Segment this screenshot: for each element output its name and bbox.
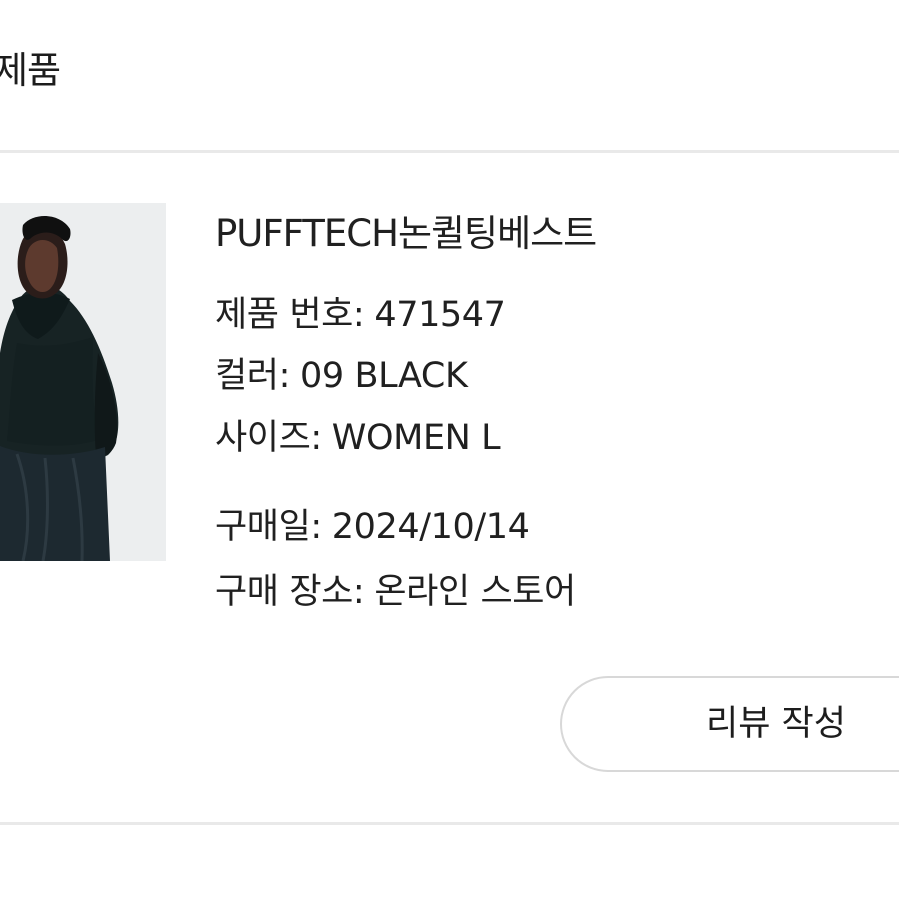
bottom-divider [0,822,899,825]
product-color: 컬러: 09 BLACK [215,354,468,398]
product-number: 제품 번호: 471547 [215,293,506,337]
top-divider [0,150,899,153]
product-name: PUFFTECH논퀼팅베스트 [215,212,597,255]
product-number-label: 제품 번호: [215,295,365,335]
purchase-date: 구매일: 2024/10/14 [215,505,530,549]
product-size-value: WOMEN L [331,418,501,458]
write-review-button[interactable]: 리뷰 작성 [560,676,899,772]
product-size: 사이즈: WOMEN L [215,416,501,460]
product-size-label: 사이즈: [215,418,322,458]
product-image[interactable] [0,203,166,561]
purchase-place-label: 구매 장소: [215,572,365,612]
purchase-place: 구매 장소: 온라인 스토어 [215,570,576,614]
product-color-value: 09 BLACK [300,356,468,396]
product-color-label: 컬러: [215,356,290,396]
purchase-date-label: 구매일: [215,507,322,547]
purchase-place-value: 온라인 스토어 [374,572,576,612]
purchase-date-value: 2024/10/14 [331,507,530,547]
section-title: 제품 [0,49,61,92]
write-review-label: 리뷰 작성 [706,704,846,744]
purchase-history-page: 제품 PUFFTECH논퀼팅베스트 제품 번호: 471547 컬러: 09 BLA… [0,0,899,899]
product-number-value: 471547 [374,295,506,335]
